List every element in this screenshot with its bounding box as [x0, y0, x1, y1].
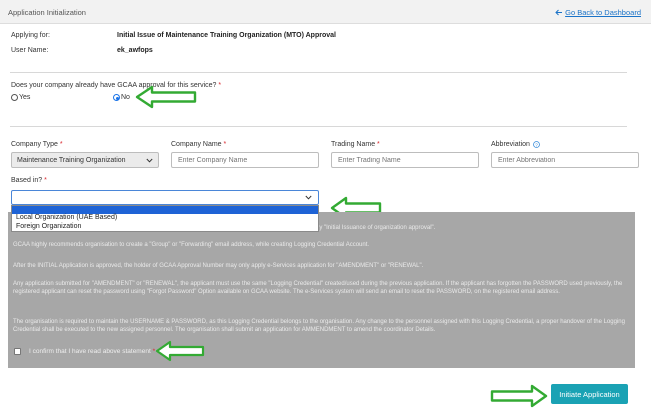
user-name-label: User Name:	[11, 47, 49, 54]
radio-yes[interactable]: Yes	[11, 94, 30, 101]
green-arrow-right-icon	[490, 384, 548, 408]
trading-name-label-text: Trading Name	[331, 141, 376, 148]
radio-no[interactable]: No	[113, 94, 130, 101]
initiate-application-button[interactable]: Initiate Application	[551, 384, 628, 404]
company-type-label: Company Type *	[11, 141, 63, 148]
based-in-label: Based in? *	[11, 177, 47, 184]
based-in-label-text: Based in?	[11, 177, 43, 184]
notice-panel: ly "Initial Issuance of organization app…	[8, 212, 635, 368]
back-to-dashboard-link[interactable]: Go Back to Dashboard	[555, 8, 641, 17]
radio-no-label: No	[121, 94, 130, 101]
confirm-checkbox[interactable]	[14, 348, 21, 355]
radio-yes-label: Yes	[19, 94, 31, 101]
confirm-label: I confirm that I have read above stateme…	[29, 348, 155, 355]
required-mark: *	[218, 82, 222, 89]
notice-paragraph: GCAA highly recommends organisation to c…	[13, 242, 370, 248]
arrow-left-icon	[555, 9, 563, 16]
confirm-statement[interactable]: I confirm that I have read above stateme…	[14, 348, 155, 355]
required-mark: *	[377, 141, 380, 148]
company-type-select[interactable]: Maintenance Training Organization	[11, 152, 159, 168]
required-mark: *	[44, 177, 47, 184]
applying-for-value: Initial Issue of Maintenance Training Or…	[117, 32, 336, 39]
chevron-down-icon	[146, 158, 153, 163]
abbreviation-input[interactable]	[491, 152, 639, 168]
trading-name-label: Trading Name *	[331, 141, 380, 148]
confirm-label-text: I confirm that I have read above stateme…	[29, 348, 151, 355]
based-in-select[interactable]	[11, 190, 319, 205]
chevron-down-icon	[305, 195, 312, 200]
company-name-input[interactable]	[171, 152, 319, 168]
back-link-label: Go Back to Dashboard	[565, 8, 641, 17]
notice-paragraph: Any application submitted for "AMENDMENT…	[13, 281, 623, 296]
page-header: Application Initialization Go Back to Da…	[0, 0, 651, 24]
help-icon[interactable]: ?	[533, 141, 540, 148]
page-title: Application Initialization	[8, 8, 86, 17]
radio-yes-circle[interactable]	[11, 94, 18, 101]
based-in-dropdown[interactable]: Local Organization (UAE Based) Foreign O…	[11, 205, 319, 232]
abbreviation-label-text: Abbreviation	[491, 141, 530, 148]
notice-paragraph: After the INITIAL Application is approve…	[13, 263, 424, 269]
divider	[10, 126, 627, 127]
applying-for-label: Applying for:	[11, 32, 50, 39]
company-name-label: Company Name *	[171, 141, 226, 148]
abbreviation-label: Abbreviation ?	[491, 141, 540, 148]
user-name-value: ek_awfops	[117, 47, 153, 54]
required-mark: *	[223, 141, 227, 148]
radio-no-circle[interactable]	[113, 94, 120, 101]
dropdown-option-foreign[interactable]: Foreign Organization	[12, 223, 318, 232]
green-arrow-left-icon	[155, 340, 205, 362]
notice-paragraph: ly "Initial Issuance of organization app…	[318, 225, 436, 231]
dropdown-option-local[interactable]: Local Organization (UAE Based)	[12, 214, 318, 223]
trading-name-input[interactable]	[331, 152, 479, 168]
notice-paragraph: The organisation is required to maintain…	[13, 319, 625, 334]
svg-text:?: ?	[535, 142, 538, 148]
company-name-label-text: Company Name	[171, 141, 222, 148]
company-type-value: Maintenance Training Organization	[17, 156, 126, 164]
dropdown-option-highlighted[interactable]	[12, 206, 318, 214]
divider	[10, 72, 627, 73]
required-mark: *	[59, 141, 63, 148]
green-arrow-left-icon	[135, 85, 197, 109]
company-type-label-text: Company Type	[11, 141, 58, 148]
